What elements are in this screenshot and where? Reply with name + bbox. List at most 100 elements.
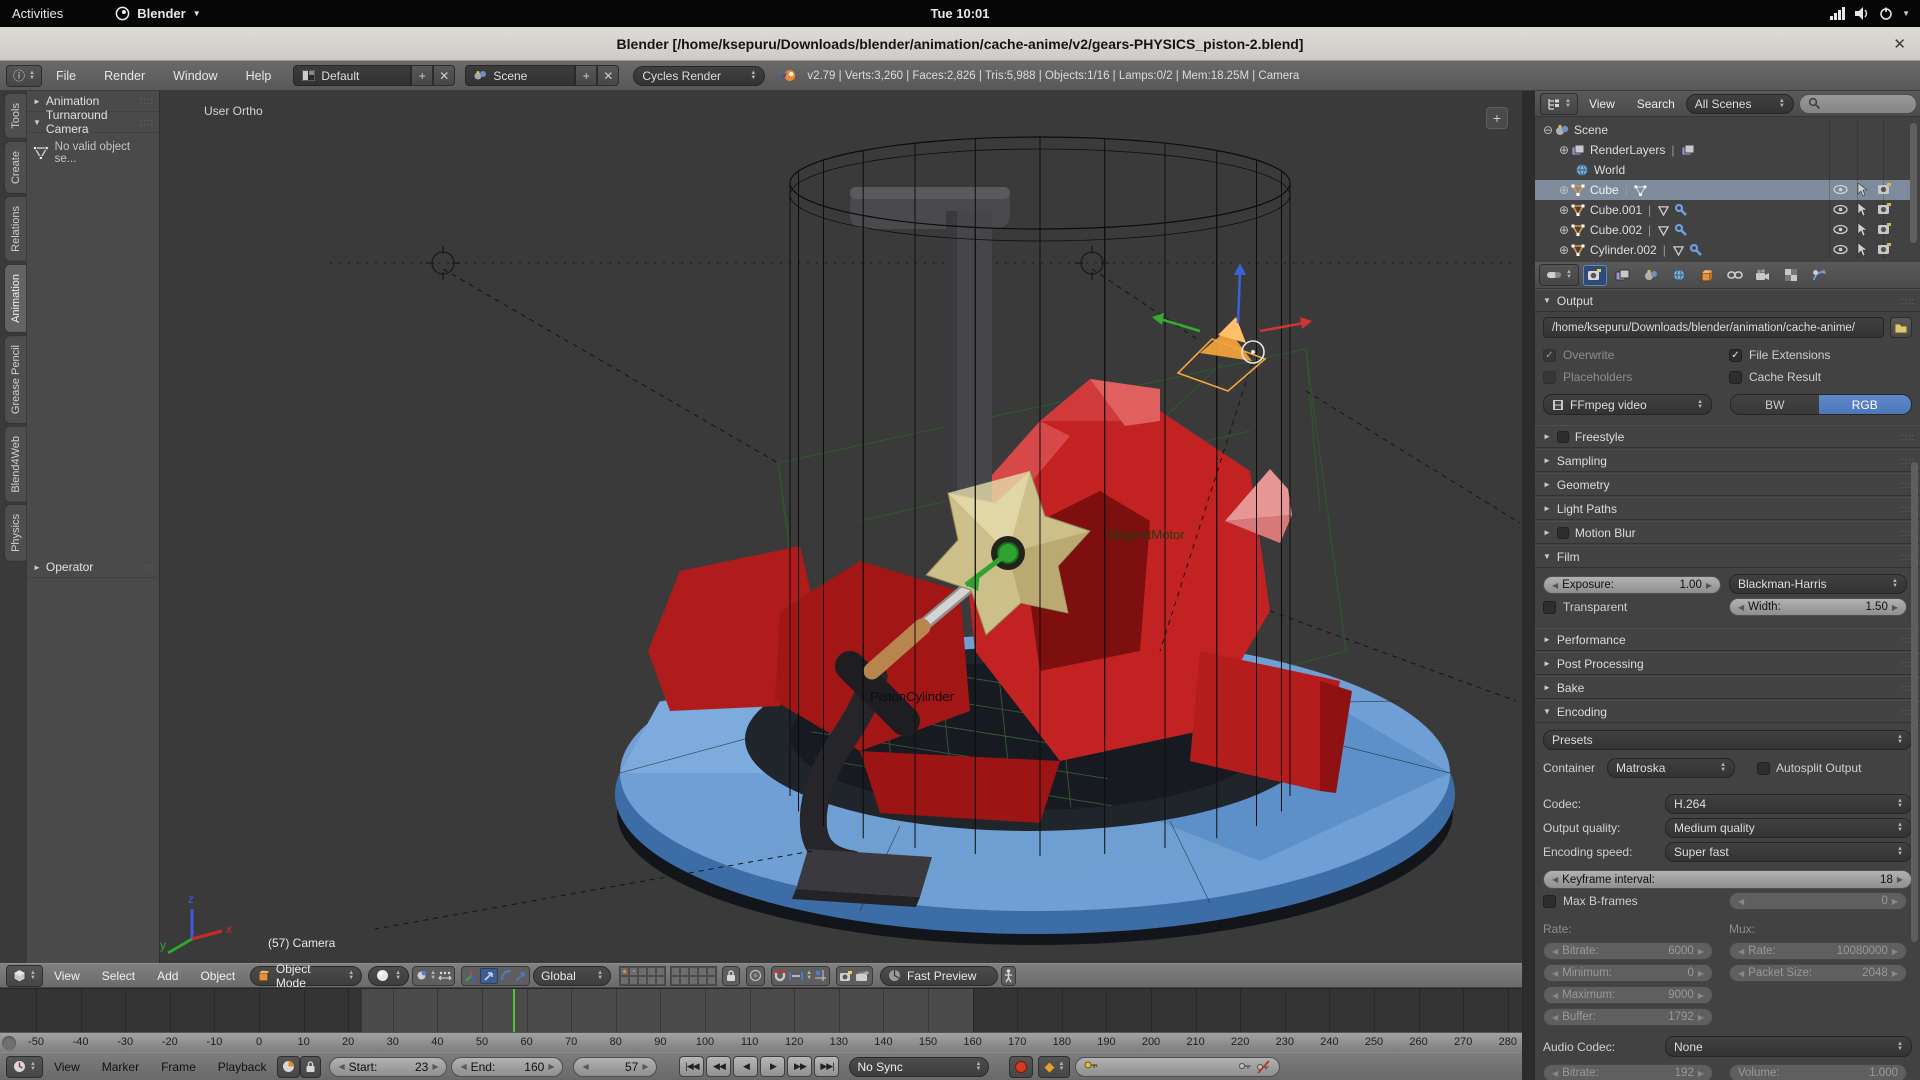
auto-keyframe-button[interactable] <box>1009 1056 1033 1078</box>
previous-keyframe-button[interactable]: ◀◀ <box>706 1056 731 1077</box>
section-bake[interactable]: ►Bake:::: <box>1535 676 1920 699</box>
menu-add[interactable]: Add <box>146 969 189 983</box>
layers-grid-1[interactable] <box>619 966 666 986</box>
decrement-arrow-icon[interactable]: ◀ <box>582 1062 588 1071</box>
menu-marker[interactable]: Marker <box>91 1060 150 1074</box>
panel-header-operator[interactable]: ► Operator :::: <box>27 557 160 578</box>
scene-selector[interactable]: Scene + ✕ <box>465 65 619 86</box>
active-keying-set-field[interactable] <box>1075 1057 1280 1077</box>
pivot-point-group[interactable]: ▲▼ <box>412 966 455 986</box>
viewport-shading-dropdown[interactable]: ▲▼ <box>368 966 409 986</box>
properties-tab-object-data[interactable] <box>1751 265 1775 286</box>
freestyle-checkbox[interactable] <box>1557 431 1569 443</box>
section-film[interactable]: ▼Film:::: <box>1535 545 1920 568</box>
menu-file[interactable]: File <box>42 69 90 83</box>
menu-help[interactable]: Help <box>232 69 286 83</box>
play-button[interactable]: ▶ <box>760 1056 785 1077</box>
current-frame-field[interactable]: ◀ 57 ▶ <box>573 1057 657 1077</box>
screen-layout-selector[interactable]: Default + ✕ <box>293 65 455 86</box>
increment-arrow-icon[interactable]: ▶ <box>548 1062 554 1071</box>
autosplit-checkbox[interactable] <box>1757 762 1770 775</box>
quality-dropdown[interactable]: Medium quality ▲▼ <box>1665 818 1912 838</box>
proportional-edit-icon[interactable] <box>746 966 765 986</box>
outliner-menu-search[interactable]: Search <box>1626 97 1686 111</box>
add-layout-button[interactable]: + <box>411 65 433 86</box>
fast-preview-dropdown[interactable]: Fast Preview <box>880 966 998 986</box>
editor-type-selector[interactable]: ▲▼ <box>1539 264 1579 286</box>
audio-codec-dropdown[interactable]: None ▲▼ <box>1665 1036 1912 1057</box>
file-format-dropdown[interactable]: FFmpeg video ▲▼ <box>1543 394 1712 415</box>
editor-type-selector[interactable]: ⓘ ▲▼ <box>6 65 42 87</box>
frame-end-field[interactable]: ◀ End: 160 ▶ <box>451 1057 563 1077</box>
renderability-camera-icon[interactable] <box>1877 223 1892 235</box>
rgb-button[interactable]: RGB <box>1819 395 1911 414</box>
output-path-field[interactable]: /home/ksepuru/Downloads/blender/animatio… <box>1543 317 1884 338</box>
file-browse-button[interactable] <box>1890 317 1912 338</box>
interaction-mode-dropdown[interactable]: Object Mode ▲▼ <box>250 966 362 986</box>
editor-type-selector[interactable]: ▲▼ <box>1540 93 1578 115</box>
tab-create[interactable]: Create <box>4 141 26 194</box>
expand-icon[interactable]: ⊕ <box>1557 203 1571 217</box>
outliner-search-input[interactable] <box>1799 94 1917 114</box>
cache-result-checkbox[interactable]: Cache Result <box>1729 370 1821 384</box>
outliner-scrollbar[interactable] <box>1910 123 1917 243</box>
visibility-eye-icon[interactable] <box>1833 183 1848 196</box>
next-keyframe-button[interactable]: ▶▶ <box>787 1056 812 1077</box>
tab-animation[interactable]: Animation <box>4 264 26 333</box>
menu-view[interactable]: View <box>43 969 91 983</box>
keying-set-mode-dropdown[interactable]: ◆ ▲▼ <box>1038 1056 1070 1078</box>
properties-tab-render-layers[interactable] <box>1611 265 1635 286</box>
visibility-eye-icon[interactable] <box>1833 243 1848 256</box>
frame-start-field[interactable]: ◀ Start: 23 ▶ <box>329 1057 447 1077</box>
translate-manipulator-icon[interactable] <box>480 968 498 984</box>
properties-tab-constraints[interactable] <box>1723 265 1747 286</box>
keyframe-interval-slider[interactable]: ◀ Keyframe interval: 18 ▶ <box>1543 870 1912 889</box>
placeholders-checkbox[interactable]: Placeholders <box>1543 370 1632 384</box>
viewport-3d[interactable]: MagnetMotor PistonCylinder z y x User Or… <box>160 91 1522 963</box>
section-freestyle[interactable]: ► Freestyle:::: <box>1535 425 1920 448</box>
increment-arrow-icon[interactable]: ▶ <box>432 1062 438 1071</box>
max-bframes-checkbox[interactable]: Max B-frames <box>1543 894 1638 908</box>
timeline-track[interactable] <box>0 988 1522 1032</box>
sync-mode-dropdown[interactable]: No Sync ▲▼ <box>849 1057 989 1077</box>
transparent-checkbox[interactable]: Transparent <box>1543 600 1627 614</box>
renderability-camera-icon[interactable] <box>1877 183 1892 195</box>
file-extensions-checkbox[interactable]: ✓ File Extensions <box>1729 348 1830 362</box>
outliner-menu-view[interactable]: View <box>1578 97 1626 111</box>
delete-keyframe-icon[interactable] <box>1256 1060 1271 1074</box>
editor-type-selector[interactable]: ▲▼ <box>6 1056 43 1078</box>
menu-render[interactable]: Render <box>90 69 159 83</box>
visibility-eye-icon[interactable] <box>1833 203 1848 216</box>
layers-grid-2[interactable] <box>670 966 717 986</box>
properties-tab-scene[interactable] <box>1639 265 1663 286</box>
panel-divider[interactable] <box>1522 91 1535 1080</box>
section-light-paths[interactable]: ►Light Paths:::: <box>1535 497 1920 520</box>
properties-tab-physics[interactable] <box>1807 265 1831 286</box>
tab-relations[interactable]: Relations <box>4 196 26 262</box>
tab-physics[interactable]: Physics <box>4 504 26 562</box>
bw-button[interactable]: BW <box>1731 395 1818 414</box>
visibility-eye-icon[interactable] <box>1833 223 1848 236</box>
container-dropdown[interactable]: Matroska ▲▼ <box>1607 758 1735 778</box>
expand-icon[interactable]: ⊕ <box>1557 223 1571 237</box>
snap-group[interactable]: ▲▼ <box>771 966 830 986</box>
collapse-icon[interactable]: ⊖ <box>1541 123 1555 137</box>
play-reverse-button[interactable]: ◀ <box>733 1056 758 1077</box>
insert-keyframe-icon[interactable] <box>1238 1060 1252 1073</box>
menu-playback[interactable]: Playback <box>207 1060 278 1074</box>
section-output[interactable]: ▼ Output :::: <box>1535 289 1920 312</box>
timeline-playhead[interactable] <box>513 989 515 1032</box>
expand-icon[interactable]: ⊕ <box>1557 143 1571 157</box>
renderability-camera-icon[interactable] <box>1877 203 1892 215</box>
selectability-cursor-icon[interactable] <box>1857 183 1868 197</box>
filter-width-slider[interactable]: ◀ Width: 1.50 ▶ <box>1729 598 1907 616</box>
menu-view[interactable]: View <box>43 1060 91 1074</box>
properties-tab-texture[interactable] <box>1779 265 1803 286</box>
exposure-slider[interactable]: ◀ Exposure: 1.00 ▶ <box>1543 576 1721 594</box>
section-encoding[interactable]: ▼Encoding:::: <box>1535 700 1920 723</box>
outliner-filter-dropdown[interactable]: All Scenes ▲▼ <box>1686 94 1794 114</box>
menu-frame[interactable]: Frame <box>150 1060 207 1074</box>
motion-blur-checkbox[interactable] <box>1557 527 1569 539</box>
editor-type-selector[interactable]: ▲▼ <box>6 965 43 987</box>
timeline-ruler[interactable]: -50-40-30-20-100102030405060708090100110… <box>0 1032 1522 1052</box>
